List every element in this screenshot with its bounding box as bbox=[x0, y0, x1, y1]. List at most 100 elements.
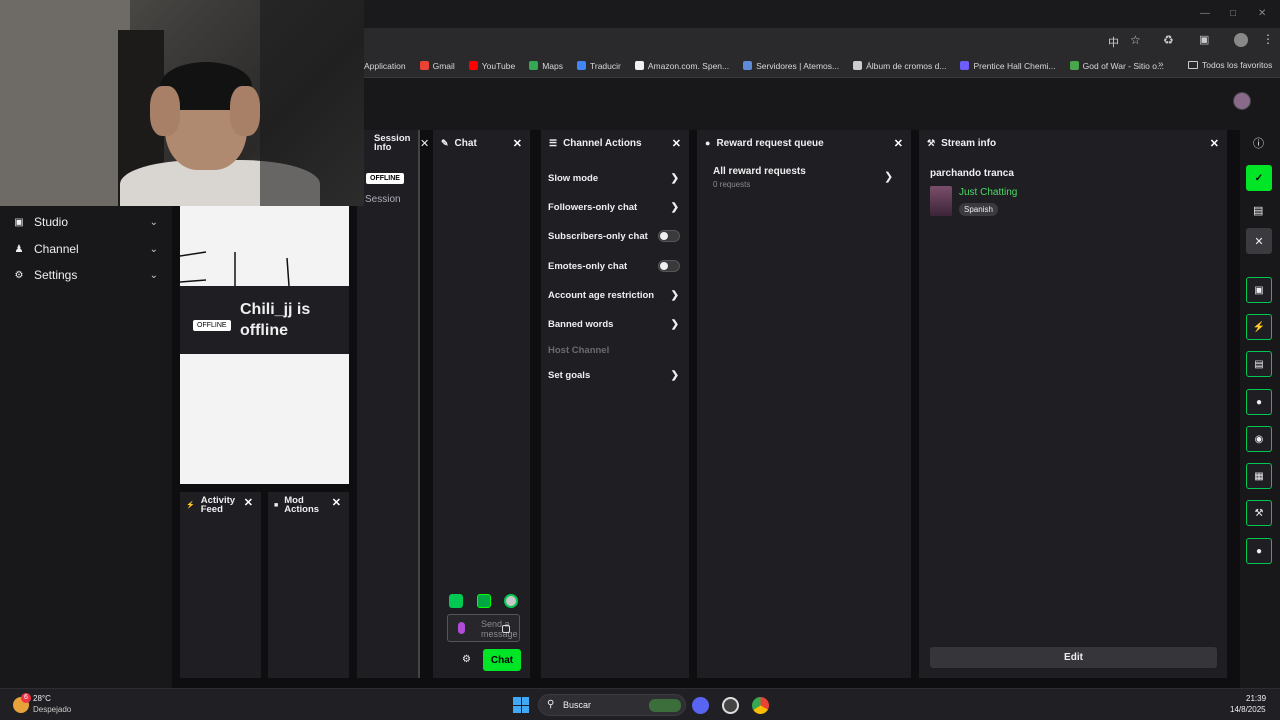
extensions-icon[interactable]: ♻ bbox=[1163, 33, 1174, 47]
sidebar-item-settings[interactable]: ⚙ Settings ⌄ bbox=[0, 262, 172, 288]
menu-icon[interactable]: ⋮ bbox=[1262, 32, 1274, 46]
camera-icon: ▣ bbox=[14, 216, 24, 228]
translate-icon[interactable]: 中 bbox=[1108, 34, 1119, 50]
bookmark-item[interactable]: Álbum de cromos d... bbox=[853, 61, 946, 71]
close-icon[interactable]: ✕ bbox=[244, 498, 253, 509]
emote-picker-icon[interactable] bbox=[502, 625, 510, 633]
slow-mode-item[interactable]: Slow mode ❯ bbox=[541, 166, 687, 190]
activity-feed-header: ⚡ Activity Feed ✕ bbox=[180, 492, 261, 518]
close-icon[interactable]: ✕ bbox=[894, 137, 903, 150]
chevron-right-icon[interactable]: » bbox=[1158, 59, 1164, 70]
item-label: Host Channel bbox=[548, 344, 610, 356]
folder-icon bbox=[1188, 61, 1198, 69]
chat-bubble-icon[interactable]: ● bbox=[1246, 389, 1272, 415]
gear-icon[interactable]: ⚙ bbox=[462, 654, 471, 665]
subscribers-only-toggle[interactable] bbox=[658, 230, 680, 242]
chat-header: ✎ Chat ✕ bbox=[433, 130, 530, 156]
activity-feed-panel: ⚡ Activity Feed ✕ bbox=[180, 492, 261, 678]
host-channel-item: Host Channel bbox=[541, 338, 687, 362]
item-label: Followers-only chat bbox=[548, 201, 638, 213]
sidebar-item-studio[interactable]: ▣ Studio ⌄ bbox=[0, 209, 172, 235]
lightning-icon[interactable]: ⚡ bbox=[1246, 314, 1272, 340]
windows-start-icon[interactable] bbox=[513, 697, 529, 713]
star-icon[interactable]: ☆ bbox=[1130, 33, 1141, 47]
bookmark-item[interactable]: YouTube bbox=[468, 61, 515, 71]
layout-icon[interactable]: ▤ bbox=[1253, 204, 1263, 217]
close-icon[interactable]: ✕ bbox=[513, 137, 522, 150]
check-icon[interactable]: ✓ bbox=[1246, 165, 1272, 191]
sidebar: ▣ Studio ⌄ ♟ Channel ⌄ ⚙ Settings ⌄ bbox=[0, 206, 172, 688]
chrome-icon[interactable] bbox=[752, 697, 769, 714]
focus-icon[interactable]: ▣ bbox=[1246, 277, 1272, 303]
category-link[interactable]: Just Chatting bbox=[959, 187, 1017, 198]
list-icon: ☰ bbox=[549, 137, 558, 148]
reward-icon[interactable]: ● bbox=[1246, 538, 1272, 564]
account-age-item[interactable]: Account age restriction ❯ bbox=[541, 283, 687, 307]
all-bookmarks[interactable]: Todos los favoritos bbox=[1188, 60, 1272, 70]
os-taskbar: 6 28°C Despejado ⚲ Buscar 21:39 14/8/202… bbox=[0, 688, 1280, 720]
chat-input[interactable]: Send a message bbox=[447, 614, 520, 642]
close-icon[interactable]: ✕ bbox=[420, 137, 429, 150]
bookmark-item[interactable]: Application bbox=[364, 61, 406, 71]
bookmark-item[interactable]: God of War - Sitio o... bbox=[1069, 61, 1164, 71]
wrench-icon[interactable]: ⚒ bbox=[1246, 500, 1272, 526]
bookmark-item[interactable]: Gmail bbox=[419, 61, 455, 71]
set-goals-item[interactable]: Set goals ❯ bbox=[541, 363, 687, 387]
emotes-only-toggle[interactable] bbox=[658, 260, 680, 272]
info-icon[interactable]: ⓘ bbox=[1253, 135, 1264, 151]
reward-icon: ● bbox=[705, 138, 711, 148]
language-tag[interactable]: Spanish bbox=[959, 203, 998, 216]
sidebar-item-label: Channel bbox=[34, 242, 79, 256]
bookmark-item[interactable]: Amazon.com. Spen... bbox=[634, 61, 729, 71]
bookmark-label: Servidores | Atemos... bbox=[756, 60, 840, 71]
badge-icon[interactable] bbox=[504, 594, 518, 608]
bookmark-item[interactable]: Servidores | Atemos... bbox=[743, 61, 839, 71]
bookmark-icon bbox=[853, 61, 863, 70]
edit-label: Edit bbox=[1064, 652, 1083, 663]
user-avatar[interactable] bbox=[1233, 92, 1251, 110]
maximize-icon[interactable]: □ bbox=[1230, 8, 1236, 19]
document-icon[interactable]: ▤ bbox=[1246, 351, 1272, 377]
bookmark-icon bbox=[1069, 61, 1079, 70]
chat-panel: ✎ Chat ✕ Send a message ⚙ Chat bbox=[433, 130, 530, 678]
panel-title: Channel Actions bbox=[563, 137, 642, 149]
bookmark-icon bbox=[468, 61, 478, 70]
close-icon[interactable]: ✕ bbox=[332, 498, 341, 509]
edit-button[interactable]: Edit bbox=[930, 647, 1217, 668]
emotes-only-item: Emotes-only chat bbox=[541, 254, 687, 278]
session-link[interactable]: Session bbox=[365, 194, 401, 205]
bookmark-icon bbox=[419, 61, 429, 70]
offline-card: OFFLINE Chili_jj is offline bbox=[180, 286, 349, 354]
emote-icon[interactable] bbox=[449, 594, 463, 608]
all-reward-requests-row[interactable]: All reward requests 0 requests ❯ bbox=[697, 162, 911, 192]
item-label: Emotes-only chat bbox=[548, 260, 628, 272]
app-icon[interactable] bbox=[722, 697, 739, 714]
session-info-panel: Session Info OFFLINE Session bbox=[357, 130, 420, 678]
broadcast-icon[interactable]: ◉ bbox=[1246, 426, 1272, 452]
followers-only-item[interactable]: Followers-only chat ❯ bbox=[541, 195, 687, 219]
mic-icon[interactable] bbox=[458, 622, 465, 634]
bookmark-item[interactable]: Maps bbox=[529, 61, 563, 71]
chevron-down-icon: ⌄ bbox=[149, 243, 158, 255]
screenshot-icon[interactable]: ▣ bbox=[1199, 33, 1209, 46]
discord-icon[interactable] bbox=[692, 697, 709, 714]
gift-icon[interactable] bbox=[477, 594, 491, 608]
close-icon[interactable]: ✕ bbox=[672, 137, 681, 150]
close-window-icon[interactable]: ✕ bbox=[1258, 8, 1266, 19]
taskbar-search[interactable]: ⚲ Buscar bbox=[538, 694, 686, 716]
close-rail-icon[interactable]: ✕ bbox=[1246, 228, 1272, 254]
panel-title: Session Info bbox=[374, 133, 411, 153]
chevron-right-icon: ❯ bbox=[670, 369, 679, 381]
bookmark-item[interactable]: Traducir bbox=[577, 61, 621, 71]
banned-words-item[interactable]: Banned words ❯ bbox=[541, 312, 687, 336]
bookmark-item[interactable]: Prentice Hall Chemi... bbox=[960, 61, 1056, 71]
minimize-icon[interactable]: — bbox=[1200, 8, 1210, 19]
panel-icon[interactable]: ▦ bbox=[1246, 463, 1272, 489]
profile-avatar[interactable] bbox=[1234, 33, 1248, 47]
item-label: Slow mode bbox=[548, 172, 599, 184]
bookmark-icon bbox=[960, 61, 970, 70]
chat-send-button[interactable]: Chat bbox=[483, 649, 521, 671]
close-icon[interactable]: ✕ bbox=[1210, 137, 1219, 150]
sidebar-item-channel[interactable]: ♟ Channel ⌄ bbox=[0, 236, 172, 262]
panel-title: Stream info bbox=[941, 137, 997, 149]
